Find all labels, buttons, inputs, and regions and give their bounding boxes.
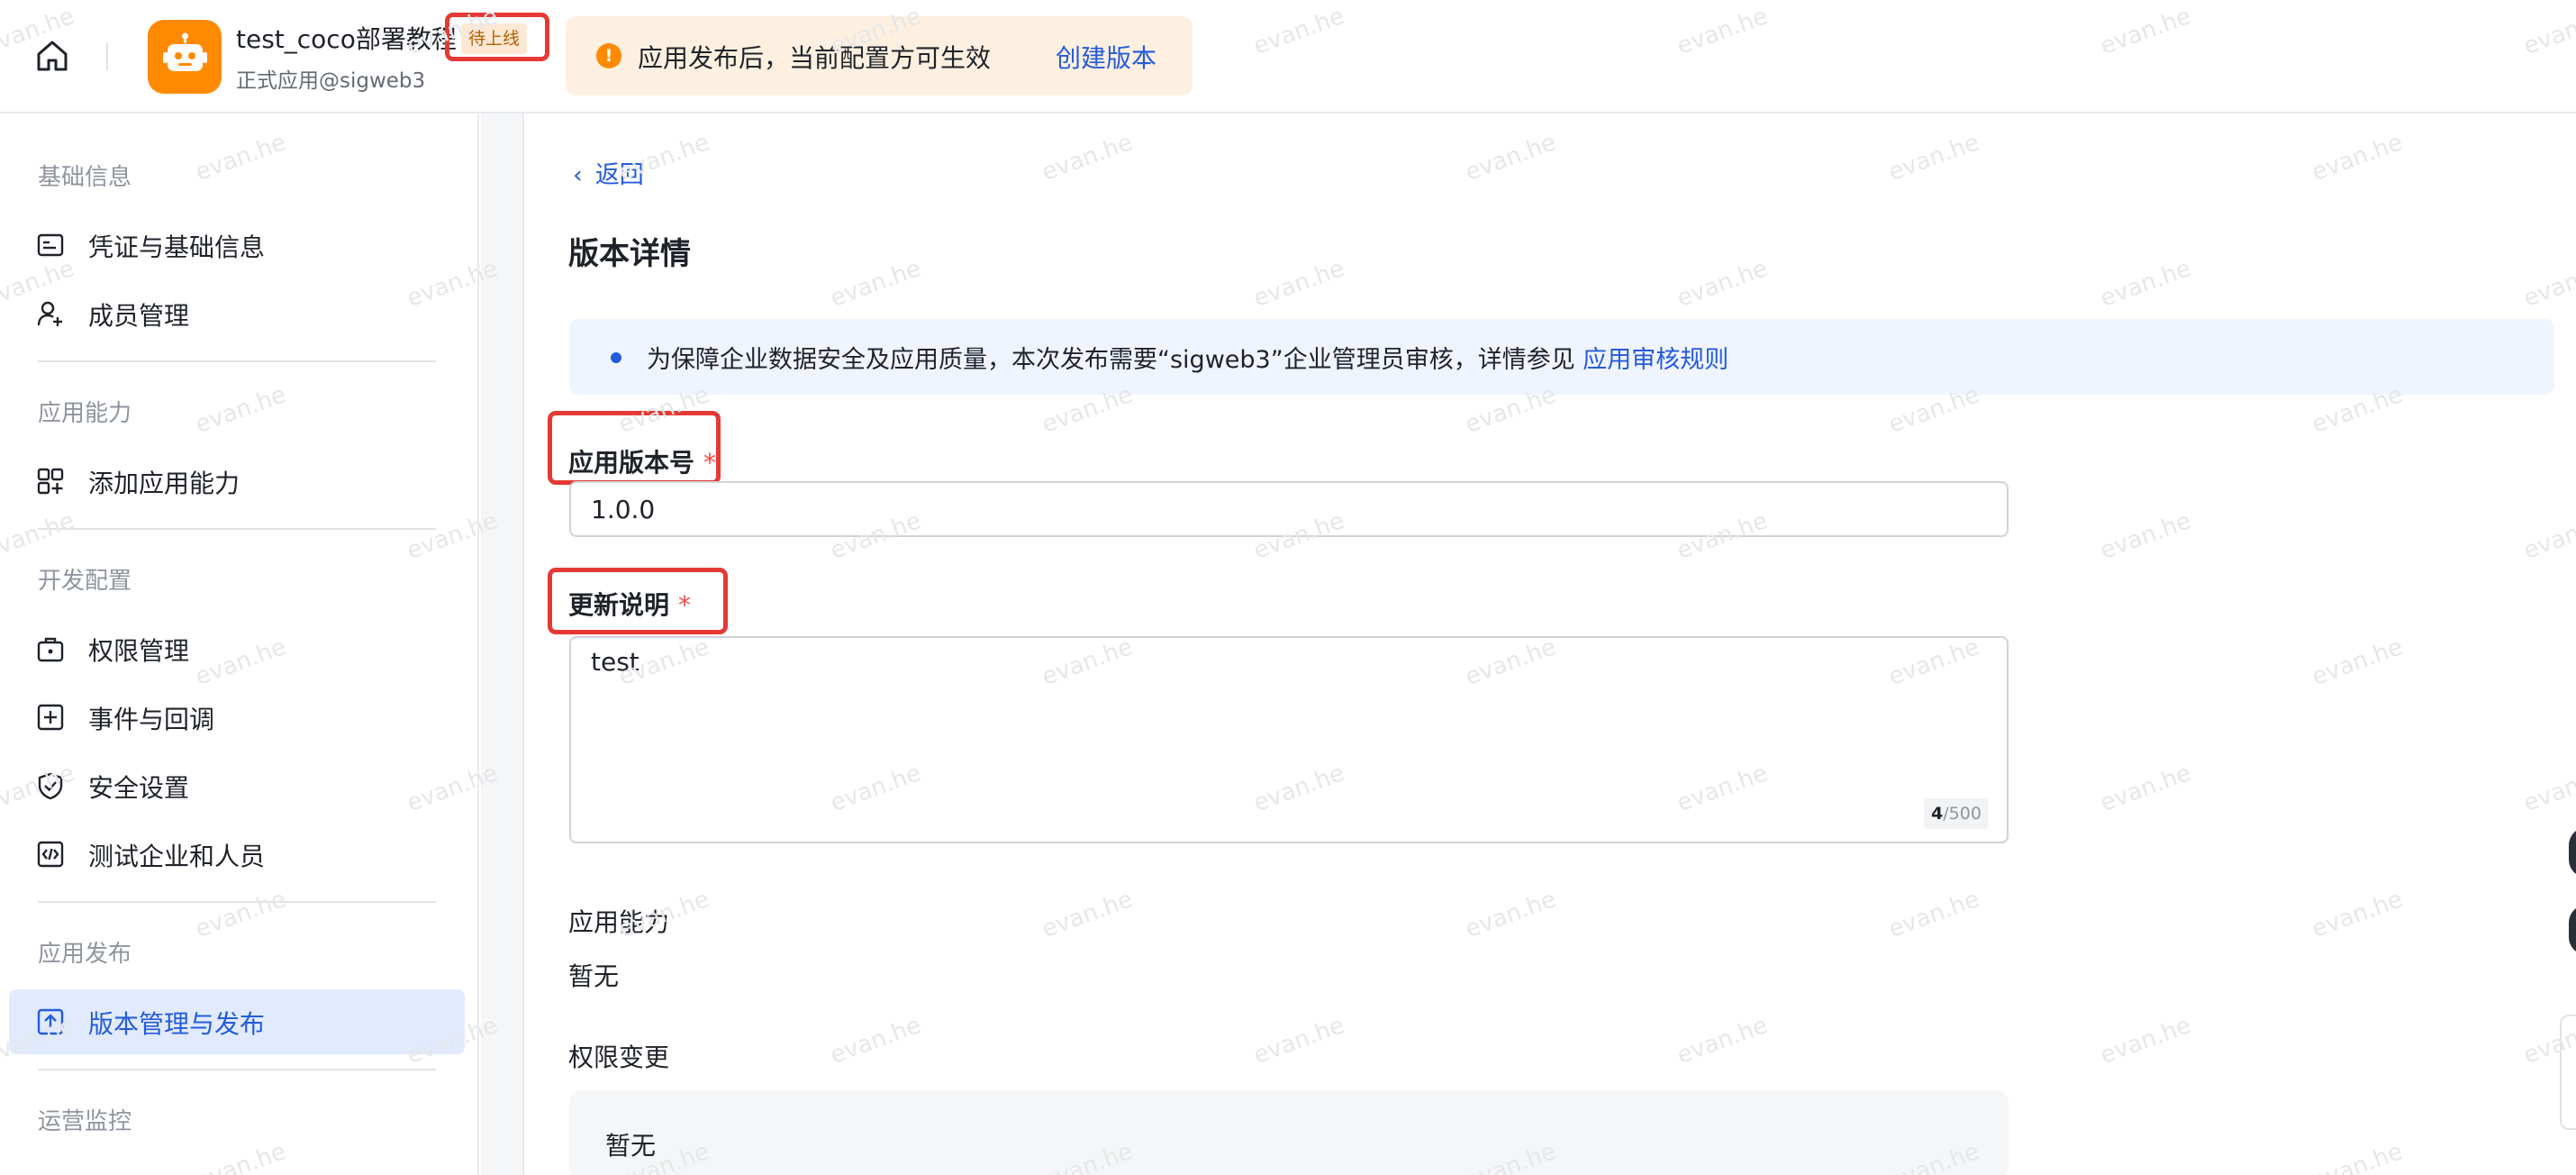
sidebar-item-label: 成员管理 (88, 301, 190, 331)
nav-section-basic: 基础信息 (38, 164, 132, 191)
sidebar-item-label: 权限管理 (88, 636, 190, 666)
nav-section-dev: 开发配置 (38, 568, 132, 595)
side-panel-tab[interactable] (2560, 1015, 2576, 1130)
char-count: 4 (1931, 804, 1944, 824)
sidebar-item-version-release[interactable]: 版本管理与发布 (9, 989, 465, 1054)
watermark-text: evan.he (1885, 129, 1983, 187)
watermark-text: evan.he (2308, 886, 2407, 943)
watermark-text: evan.he (1673, 255, 1772, 313)
watermark-text: evan.he (2097, 1012, 2195, 1070)
review-info-banner: 为保障企业数据安全及应用质量，本次发布需要“sigweb3”企业管理员审核，详情… (569, 319, 2554, 395)
watermark-text: evan.he (1250, 1012, 1348, 1070)
nav-section-publish: 应用发布 (38, 941, 132, 968)
page-title: 版本详情 (568, 236, 691, 272)
review-rules-link[interactable]: 应用审核规则 (1583, 346, 1728, 374)
app-logo (148, 20, 222, 94)
chevron-left-icon: ‹ (573, 161, 583, 189)
capability-label: 应用能力 (568, 907, 670, 937)
robot-icon (163, 32, 207, 71)
status-highlight-box (445, 13, 549, 61)
release-notes-textarea[interactable]: test (569, 636, 2009, 843)
banner-message: 为保障企业数据安全及应用质量，本次发布需要“sigweb3”企业管理员审核，详情… (647, 346, 1575, 374)
version-highlight-box (548, 411, 721, 485)
watermark-text: evan.he (1039, 886, 1137, 943)
header-divider (106, 43, 108, 70)
sidebar-item-test-org[interactable]: 测试企业和人员 (9, 822, 465, 887)
watermark-text: evan.he (1250, 255, 1348, 313)
plus-square-icon (37, 704, 64, 731)
home-icon[interactable] (34, 38, 70, 74)
briefcase-icon (37, 637, 64, 662)
char-max: /500 (1943, 804, 1982, 824)
sidebar-item-add-capability[interactable]: 添加应用能力 (9, 449, 465, 514)
nav-divider (38, 1069, 436, 1070)
watermark-text: evan.he (1885, 886, 1983, 943)
sidebar-item-security[interactable]: 安全设置 (9, 753, 465, 818)
sidebar-gutter (481, 114, 524, 1175)
watermark-text: evan.he (2308, 633, 2407, 691)
watermark-text: evan.he (827, 1012, 925, 1070)
nav-section-capability: 应用能力 (38, 400, 132, 427)
back-link[interactable]: ‹ 返回 (573, 155, 644, 190)
back-label: 返回 (594, 161, 644, 189)
upload-square-icon (37, 1008, 64, 1035)
apps-add-icon (37, 468, 64, 495)
watermark-text: evan.he (2308, 1138, 2407, 1175)
permission-change-label: 权限变更 (568, 1043, 670, 1072)
notes-highlight-box (548, 568, 728, 634)
nav-divider (38, 360, 436, 362)
code-square-icon (37, 841, 64, 868)
watermark-text: evan.he (827, 255, 925, 313)
app-subtitle: 正式应用@sigweb3 (236, 69, 426, 93)
notice-text: 应用发布后，当前配置方可生效 (638, 43, 992, 73)
watermark-text: evan.he (2097, 255, 2195, 313)
permission-change-box: 暂无 (569, 1090, 2009, 1175)
nav-section-monitoring: 运营监控 (38, 1108, 132, 1135)
sidebar-item-label: 凭证与基础信息 (88, 232, 266, 262)
sidebar-item-label: 版本管理与发布 (88, 1009, 266, 1039)
nav-divider (38, 901, 436, 903)
create-version-link[interactable]: 创建版本 (1056, 39, 1156, 75)
capability-value: 暂无 (568, 961, 620, 991)
watermark-text: evan.he (1673, 1012, 1772, 1070)
watermark-text: evan.he (2520, 255, 2576, 313)
sidebar-item-label: 测试企业和人员 (88, 842, 266, 871)
sidebar-item-credentials[interactable]: 凭证与基础信息 (9, 213, 465, 278)
watermark-text: evan.he (2308, 129, 2407, 187)
shield-icon (38, 772, 63, 800)
banner-text: 为保障企业数据安全及应用质量，本次发布需要“sigweb3”企业管理员审核，详情… (647, 340, 1728, 375)
permission-change-value: 暂无 (605, 1131, 657, 1161)
sidebar-item-label: 添加应用能力 (88, 469, 240, 498)
app-name: test_coco部署教程 (236, 24, 456, 54)
sidebar: 基础信息 凭证与基础信息 成员管理 应用能力 添加应用能力 开发配置 权限管理 … (0, 114, 479, 1175)
sidebar-item-permissions[interactable]: 权限管理 (9, 616, 465, 681)
nav-divider (38, 528, 436, 530)
add-user-icon (37, 301, 62, 326)
publish-notice: ! 应用发布后，当前配置方可生效 创建版本 (566, 16, 1193, 96)
version-input[interactable] (569, 481, 2009, 537)
watermark-text: evan.he (1462, 886, 1560, 943)
sidebar-item-members[interactable]: 成员管理 (9, 281, 465, 346)
sidebar-item-label: 安全设置 (88, 773, 190, 803)
top-bar: test_coco部署教程 正式应用@sigweb3 待上线 ! 应用发布后，当… (0, 0, 2576, 114)
watermark-text: evan.he (1039, 129, 1137, 187)
char-counter: 4/500 (1924, 798, 1989, 829)
id-card-icon (37, 233, 64, 257)
floating-button[interactable] (2569, 827, 2576, 878)
watermark-text: evan.he (2097, 507, 2195, 565)
sidebar-item-events[interactable]: 事件与回调 (9, 685, 465, 750)
sidebar-item-label: 事件与回调 (88, 705, 215, 734)
warning-circle-icon: ! (596, 43, 621, 68)
watermark-text: evan.he (2520, 760, 2576, 817)
floating-button[interactable] (2569, 905, 2576, 955)
watermark-text: evan.he (2097, 760, 2195, 817)
watermark-text: evan.he (2520, 507, 2576, 565)
watermark-text: evan.he (1462, 129, 1560, 187)
bullet-dot (611, 352, 621, 363)
